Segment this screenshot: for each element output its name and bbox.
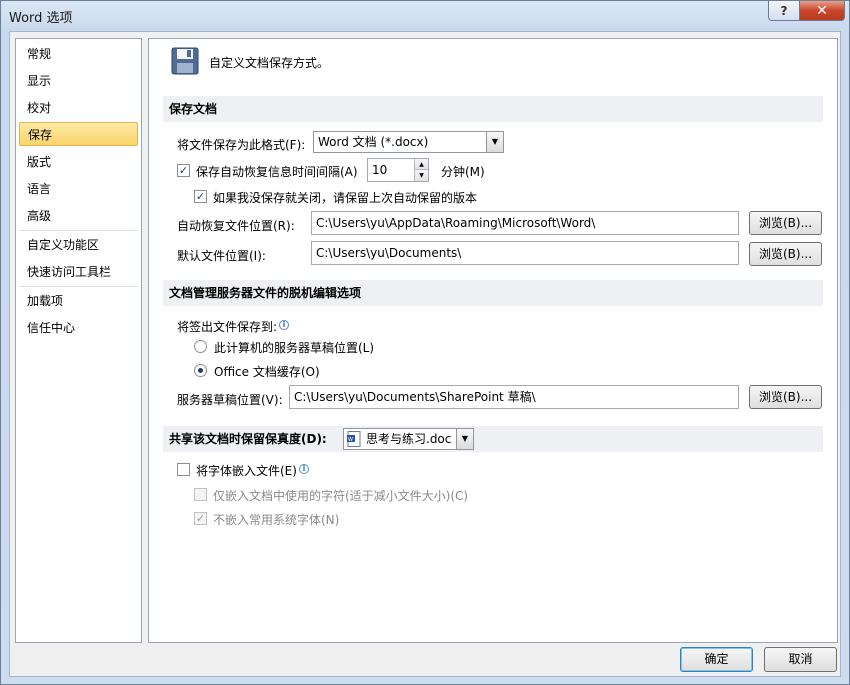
keep-last-version-checkbox[interactable]: ✓ xyxy=(194,190,207,203)
fidelity-document-value: 思考与练习.doc xyxy=(366,432,452,446)
sidebar-item-trust-center[interactable]: 信任中心 xyxy=(19,316,138,340)
autorecover-minutes-value: 10 xyxy=(372,163,388,177)
sidebar-item-customize-ribbon[interactable]: 自定义功能区 xyxy=(19,233,138,257)
word-document-icon: W xyxy=(347,431,361,447)
window-title: Word 选项 xyxy=(9,11,73,26)
embed-fonts-checkbox[interactable] xyxy=(177,463,190,476)
chevron-down-icon[interactable]: ▼ xyxy=(456,429,473,449)
drafts-location-input[interactable]: C:\Users\yu\Documents\SharePoint 草稿\ xyxy=(289,385,739,409)
fidelity-document-dropdown[interactable]: W 思考与练习.doc ▼ xyxy=(343,428,474,450)
autorecover-label: 保存自动恢复信息时间间隔(A) xyxy=(196,165,358,179)
default-location-label: 默认文件位置(I): xyxy=(177,249,266,263)
sidebar-item-proofing[interactable]: 校对 xyxy=(19,96,138,120)
svg-text:W: W xyxy=(348,437,353,443)
sidebar-item-general[interactable]: 常规 xyxy=(19,42,138,66)
minutes-label: 分钟(M) xyxy=(441,165,485,179)
info-icon: i xyxy=(299,464,309,474)
drafts-location-label: 服务器草稿位置(V): xyxy=(177,393,283,407)
save-checkout-label: 将签出文件保存到: xyxy=(177,320,278,334)
spin-down-icon[interactable]: ▼ xyxy=(414,170,428,181)
spin-up-icon[interactable]: ▲ xyxy=(414,159,428,170)
sidebar-item-advanced[interactable]: 高级 xyxy=(19,204,138,228)
section-offline-editing: 文档管理服务器文件的脱机编辑选项 xyxy=(163,280,823,306)
office-cache-label: Office 文档缓存(O) xyxy=(214,365,320,379)
ok-button[interactable]: 确定 xyxy=(680,647,753,672)
server-drafts-radio[interactable] xyxy=(194,340,207,353)
sidebar-item-language[interactable]: 语言 xyxy=(19,177,138,201)
autorecover-location-input[interactable]: C:\Users\yu\AppData\Roaming\Microsoft\Wo… xyxy=(311,211,739,235)
cancel-button[interactable]: 取消 xyxy=(764,647,837,672)
title-bar[interactable]: Word 选项 ? ✕ xyxy=(1,1,849,31)
browse-autorecover-button[interactable]: 浏览(B)... xyxy=(749,211,822,235)
format-value: Word 文档 (*.docx) xyxy=(318,135,429,149)
no-common-fonts-checkbox[interactable]: ✓ xyxy=(194,512,207,525)
autorecover-checkbox[interactable]: ✓ xyxy=(177,164,190,177)
embed-fonts-label: 将字体嵌入文件(E) xyxy=(196,464,297,478)
sidebar-item-display[interactable]: 显示 xyxy=(19,69,138,93)
sidebar-separator xyxy=(19,286,138,287)
sidebar-item-addins[interactable]: 加载项 xyxy=(19,289,138,313)
embed-used-chars-label: 仅嵌入文档中使用的字符(适于减小文件大小)(C) xyxy=(213,489,469,503)
no-common-fonts-label: 不嵌入常用系统字体(N) xyxy=(213,513,340,527)
options-dialog: Word 选项 ? ✕ 常规 显示 校对 保存 版式 语言 高级 自定义功能区 … xyxy=(0,0,850,685)
section-save-documents: 保存文档 xyxy=(163,96,823,122)
sidebar-item-quick-access[interactable]: 快速访问工具栏 xyxy=(19,260,138,284)
floppy-disk-icon xyxy=(171,47,199,75)
format-label: 将文件保存为此格式(F): xyxy=(177,138,306,152)
help-button[interactable]: ? xyxy=(768,1,800,21)
server-drafts-label: 此计算机的服务器草稿位置(L) xyxy=(214,341,375,355)
main-panel: 自定义文档保存方式。 保存文档 将文件保存为此格式(F): Word 文档 (*… xyxy=(148,38,838,643)
default-location-input[interactable]: C:\Users\yu\Documents\ xyxy=(311,241,739,265)
chevron-down-icon[interactable]: ▼ xyxy=(486,132,503,152)
sidebar-item-save[interactable]: 保存 xyxy=(19,122,138,146)
browse-drafts-button[interactable]: 浏览(B)... xyxy=(749,385,822,409)
office-cache-radio[interactable] xyxy=(194,364,207,377)
browse-default-button[interactable]: 浏览(B)... xyxy=(749,242,822,266)
keep-last-version-label: 如果我没保存就关闭，请保留上次自动保留的版本 xyxy=(213,191,478,205)
embed-used-chars-checkbox[interactable] xyxy=(194,488,207,501)
fidelity-title: 共享该文档时保留保真度(D): xyxy=(169,432,327,446)
section-fidelity: 共享该文档时保留保真度(D): xyxy=(163,426,823,452)
sidebar-nav: 常规 显示 校对 保存 版式 语言 高级 自定义功能区 快速访问工具栏 加载项 … xyxy=(15,38,142,643)
format-dropdown[interactable]: Word 文档 (*.docx) ▼ xyxy=(313,131,504,153)
sidebar-item-layout[interactable]: 版式 xyxy=(19,150,138,174)
close-button[interactable]: ✕ xyxy=(799,1,845,21)
info-icon: i xyxy=(279,320,289,330)
autorecover-minutes-spinner[interactable]: 10 ▲ ▼ xyxy=(367,158,429,182)
autorecover-location-label: 自动恢复文件位置(R): xyxy=(177,219,295,233)
page-header: 自定义文档保存方式。 xyxy=(209,56,330,70)
sidebar-separator xyxy=(19,230,138,231)
dialog-client: 常规 显示 校对 保存 版式 语言 高级 自定义功能区 快速访问工具栏 加载项 … xyxy=(9,31,841,677)
